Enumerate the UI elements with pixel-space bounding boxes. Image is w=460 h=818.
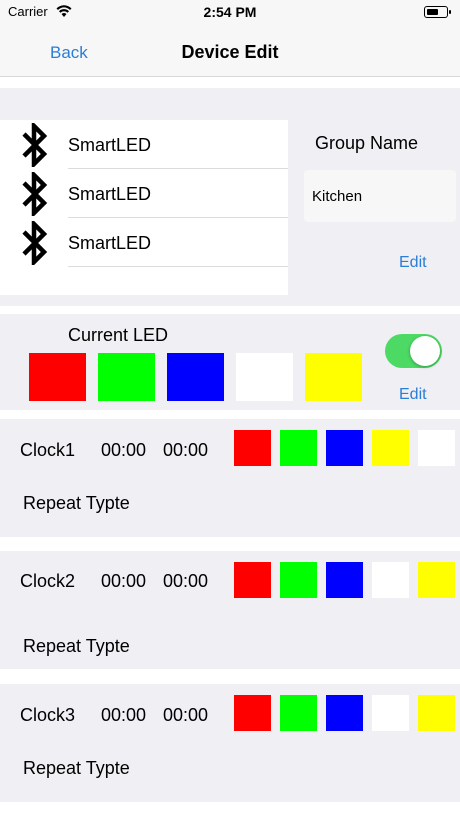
page-title: Device Edit [181,42,279,62]
clock-color-swatch[interactable] [280,562,317,598]
bluetooth-icon [22,172,48,216]
clock-start-time[interactable]: 00:00 [101,705,146,726]
status-bar: Carrier 2:54 PM [0,0,460,26]
clock-name: Clock1 [20,440,76,460]
current-led-swatch[interactable] [167,353,224,401]
clock-name: Clock3 [20,705,76,725]
clock-color-swatch[interactable] [280,695,317,731]
device-list: SmartLED SmartLED SmartLED [0,120,288,295]
clock-color-swatch[interactable] [326,430,363,466]
clock-color-swatch[interactable] [280,430,317,466]
group-edit-button[interactable]: Edit [399,254,427,272]
clock-color-swatch[interactable] [418,695,455,731]
row-divider [68,266,288,267]
device-name: SmartLED [68,135,152,155]
device-row[interactable]: SmartLED [0,169,288,218]
toggle-knob [410,336,440,366]
repeat-type-label[interactable]: Repeat Typte [23,636,130,657]
current-led-label: Current LED [68,325,169,345]
clock-color-swatch[interactable] [234,430,271,466]
clock-color-swatch[interactable] [234,695,271,731]
current-led-toggle[interactable] [385,334,442,368]
clock-color-swatch[interactable] [372,695,409,731]
group-name-value: Kitchen [312,188,363,205]
bluetooth-icon [22,221,48,265]
clock-start-time[interactable]: 00:00 [101,440,146,461]
clock-end-time[interactable]: 00:00 [163,571,208,592]
current-led-swatch[interactable] [305,353,362,401]
clock-color-swatch[interactable] [234,562,271,598]
clock-color-swatch[interactable] [418,562,455,598]
clock-name: Clock2 [20,571,76,591]
repeat-type-label[interactable]: Repeat Typte [23,493,130,514]
current-led-edit-button[interactable]: Edit [399,386,427,404]
bluetooth-icon [22,123,48,167]
group-name-field[interactable]: Kitchen [304,170,456,222]
repeat-type-label[interactable]: Repeat Typte [23,758,130,779]
battery-icon [424,6,451,18]
clock-time-status: 2:54 PM [203,4,257,20]
current-led-swatch[interactable] [236,353,293,401]
device-row[interactable]: SmartLED [0,120,288,169]
clock-end-time[interactable]: 00:00 [163,705,208,726]
clock-color-swatch[interactable] [326,562,363,598]
current-led-swatch[interactable] [29,353,86,401]
clock-end-time[interactable]: 00:00 [163,440,208,461]
device-row[interactable]: SmartLED [0,218,288,267]
clock-color-swatch[interactable] [418,430,455,466]
device-name: SmartLED [68,184,152,204]
clock-color-swatch[interactable] [372,562,409,598]
clock-start-time[interactable]: 00:00 [101,571,146,592]
clock-color-swatch[interactable] [372,430,409,466]
clock-color-swatch[interactable] [326,695,363,731]
current-led-swatch[interactable] [98,353,155,401]
navigation-bar: Back Device Edit [0,26,460,77]
device-name: SmartLED [68,233,152,253]
group-name-label: Group Name [315,133,419,153]
